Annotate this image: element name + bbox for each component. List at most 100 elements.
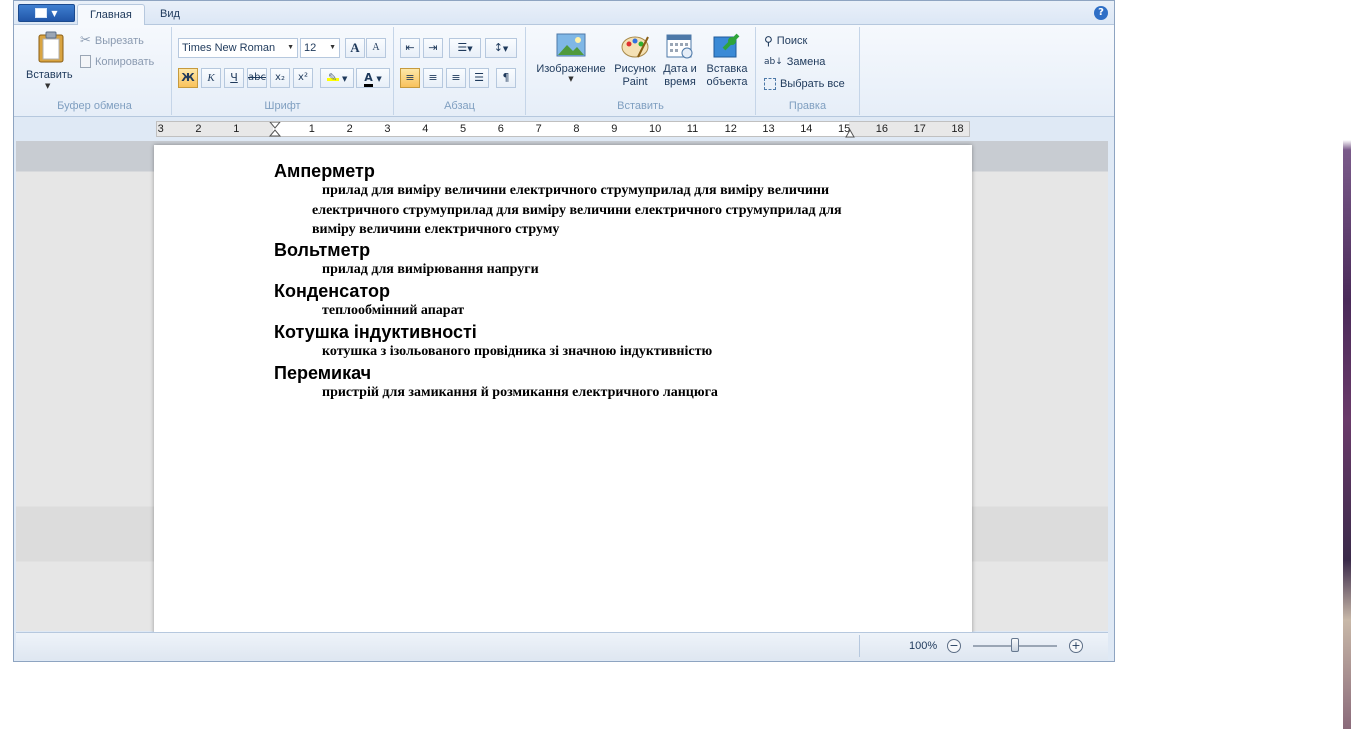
wordpad-window: ▼ Главная Вид ? Вставить ▼ ✂ Вырезать Ко… bbox=[13, 0, 1115, 662]
font-size-select[interactable]: 12 ▼ bbox=[300, 38, 340, 58]
zoom-in-button[interactable]: + bbox=[1069, 639, 1083, 653]
font-color-icon: A bbox=[364, 72, 373, 87]
entry-inductor: Котушка індуктивності котушка з ізольова… bbox=[274, 322, 874, 362]
cut-button[interactable]: ✂ Вырезать bbox=[80, 33, 144, 48]
datetime-label-line2: время bbox=[664, 76, 696, 88]
entry-capacitor: Конденсатор теплообмінний апарат bbox=[274, 281, 874, 321]
align-right-button[interactable]: ≡ bbox=[446, 68, 466, 88]
line-spacing-button[interactable]: ↕▼ bbox=[485, 38, 517, 58]
underline-button[interactable]: Ч bbox=[224, 68, 244, 88]
tab-view[interactable]: Вид bbox=[148, 4, 192, 25]
bullet-list-icon: ☰ bbox=[457, 41, 468, 54]
zoom-level: 100% bbox=[909, 640, 938, 652]
bullet-list-button[interactable]: ☰▼ bbox=[449, 38, 481, 58]
find-button[interactable]: ⚲ Поиск bbox=[764, 34, 807, 48]
term-heading: Вольтметр bbox=[274, 240, 371, 260]
strikethrough-button[interactable]: abc bbox=[247, 68, 267, 88]
align-center-button[interactable]: ≡ bbox=[423, 68, 443, 88]
tab-home[interactable]: Главная bbox=[77, 4, 145, 26]
paint-drawing-button[interactable]: Рисунок Paint bbox=[612, 31, 658, 95]
ruler-number: 16 bbox=[875, 123, 889, 135]
entry-ammeter: Амперметр прилад для виміру величини еле… bbox=[274, 161, 874, 240]
chevron-down-icon: ▼ bbox=[329, 44, 336, 51]
select-all-label: Выбрать все bbox=[780, 78, 845, 90]
status-divider bbox=[859, 635, 860, 657]
zoom-slider-thumb[interactable] bbox=[1011, 638, 1019, 652]
scissors-icon: ✂ bbox=[80, 33, 91, 48]
insert-group-label: Вставить bbox=[617, 100, 664, 112]
align-left-button[interactable]: ≡ bbox=[400, 68, 420, 88]
ruler-area: 3 2 1 1 2 3 4 5 6 7 8 9 10 11 12 13 14 15 16 17 18 bbox=[16, 117, 1108, 141]
help-icon[interactable]: ? bbox=[1094, 6, 1108, 20]
paragraph-icon: ¶ bbox=[502, 71, 510, 84]
insert-image-label: Изображение bbox=[536, 63, 606, 75]
paragraph-group: ⇤ ⇥ ☰▼ ↕▼ ≡ ≡ ≡ ☰ ¶ Абзац bbox=[394, 27, 526, 115]
date-time-button[interactable]: Дата и время bbox=[658, 31, 702, 95]
clipboard-group-label: Буфер обмена bbox=[57, 100, 132, 112]
select-all-button[interactable]: Выбрать все bbox=[764, 78, 845, 90]
ribbon-tab-bar: ▼ Главная Вид ? bbox=[14, 1, 1114, 26]
chevron-down-icon: ▼ bbox=[45, 82, 51, 90]
term-heading: Котушка індуктивності bbox=[274, 322, 477, 342]
clipboard-icon bbox=[38, 31, 64, 63]
image-icon bbox=[556, 33, 586, 57]
align-center-icon: ≡ bbox=[428, 71, 438, 84]
term-heading: Перемикач bbox=[274, 363, 372, 383]
ruler-number: 14 bbox=[800, 123, 813, 135]
subscript-button[interactable]: x₂ bbox=[270, 68, 290, 88]
replace-button[interactable]: ab↓ Замена bbox=[764, 56, 825, 68]
clipboard-group: Вставить ▼ ✂ Вырезать Копировать Буфер о… bbox=[18, 27, 172, 115]
font-color-button[interactable]: A ▼ bbox=[356, 68, 390, 88]
bold-button[interactable]: Ж bbox=[178, 68, 198, 88]
line-spacing-icon: ↕ bbox=[493, 41, 503, 54]
paragraph-group-label: Абзац bbox=[444, 100, 475, 112]
term-definition: теплообмінний апарат bbox=[322, 303, 465, 318]
ruler-number: 5 bbox=[460, 123, 467, 135]
italic-button[interactable]: К bbox=[201, 68, 221, 88]
insert-object-button[interactable]: Вставка объекта bbox=[702, 31, 752, 95]
ruler-number: 11 bbox=[686, 123, 699, 135]
align-right-icon: ≡ bbox=[451, 71, 461, 84]
ruler-number: 13 bbox=[762, 123, 775, 135]
increase-indent-icon: ⇥ bbox=[428, 41, 438, 54]
grow-font-button[interactable]: A bbox=[345, 38, 365, 58]
increase-indent-button[interactable]: ⇥ bbox=[423, 38, 443, 58]
insert-image-button[interactable]: Изображение ▼ bbox=[532, 31, 610, 95]
justify-icon: ☰ bbox=[474, 71, 484, 84]
ruler-number: 7 bbox=[535, 123, 542, 135]
right-indent-marker[interactable] bbox=[845, 128, 855, 138]
zoom-out-button[interactable]: − bbox=[947, 639, 961, 653]
ruler-number: 1 bbox=[233, 123, 240, 135]
horizontal-ruler[interactable]: 3 2 1 1 2 3 4 5 6 7 8 9 10 11 12 13 14 15 16 17 18 bbox=[156, 121, 970, 138]
first-line-indent-marker[interactable] bbox=[269, 122, 281, 138]
copy-button[interactable]: Копировать bbox=[80, 55, 154, 68]
ruler-number: 9 bbox=[611, 123, 618, 135]
ruler-number: 6 bbox=[497, 123, 504, 135]
decrease-indent-icon: ⇤ bbox=[405, 41, 415, 54]
chevron-down-icon: ▼ bbox=[342, 75, 348, 83]
shrink-font-button[interactable]: A bbox=[366, 38, 386, 58]
ruler-number: 2 bbox=[346, 123, 353, 135]
font-group-label: Шрифт bbox=[264, 100, 301, 112]
calendar-icon bbox=[666, 34, 693, 59]
justify-button[interactable]: ☰ bbox=[469, 68, 489, 88]
font-family-value: Times New Roman bbox=[182, 42, 276, 54]
datetime-label-line1: Дата и bbox=[663, 63, 697, 75]
highlight-color-button[interactable]: ✎ ▼ bbox=[320, 68, 354, 88]
ruler-number: 8 bbox=[573, 123, 580, 135]
superscript-button[interactable]: x² bbox=[293, 68, 313, 88]
paste-label: Вставить bbox=[26, 69, 73, 81]
ruler-number: 2 bbox=[195, 123, 202, 135]
copy-icon bbox=[80, 55, 91, 68]
ruler-number: 10 bbox=[649, 123, 662, 135]
paste-button[interactable]: Вставить ▼ bbox=[24, 29, 73, 93]
term-definition: котушка з ізольованого провідника зі зна… bbox=[322, 344, 713, 359]
chevron-down-icon: ▼ bbox=[51, 8, 58, 18]
paragraph-settings-button[interactable]: ¶ bbox=[496, 68, 516, 88]
object-label-line1: Вставка bbox=[706, 63, 748, 75]
application-menu-button[interactable]: ▼ bbox=[18, 4, 75, 22]
font-family-select[interactable]: Times New Roman ▼ bbox=[178, 38, 298, 58]
ribbon: Вставить ▼ ✂ Вырезать Копировать Буфер о… bbox=[14, 25, 1114, 117]
document-page[interactable]: Амперметр прилад для виміру величини еле… bbox=[154, 145, 972, 635]
decrease-indent-button[interactable]: ⇤ bbox=[400, 38, 420, 58]
